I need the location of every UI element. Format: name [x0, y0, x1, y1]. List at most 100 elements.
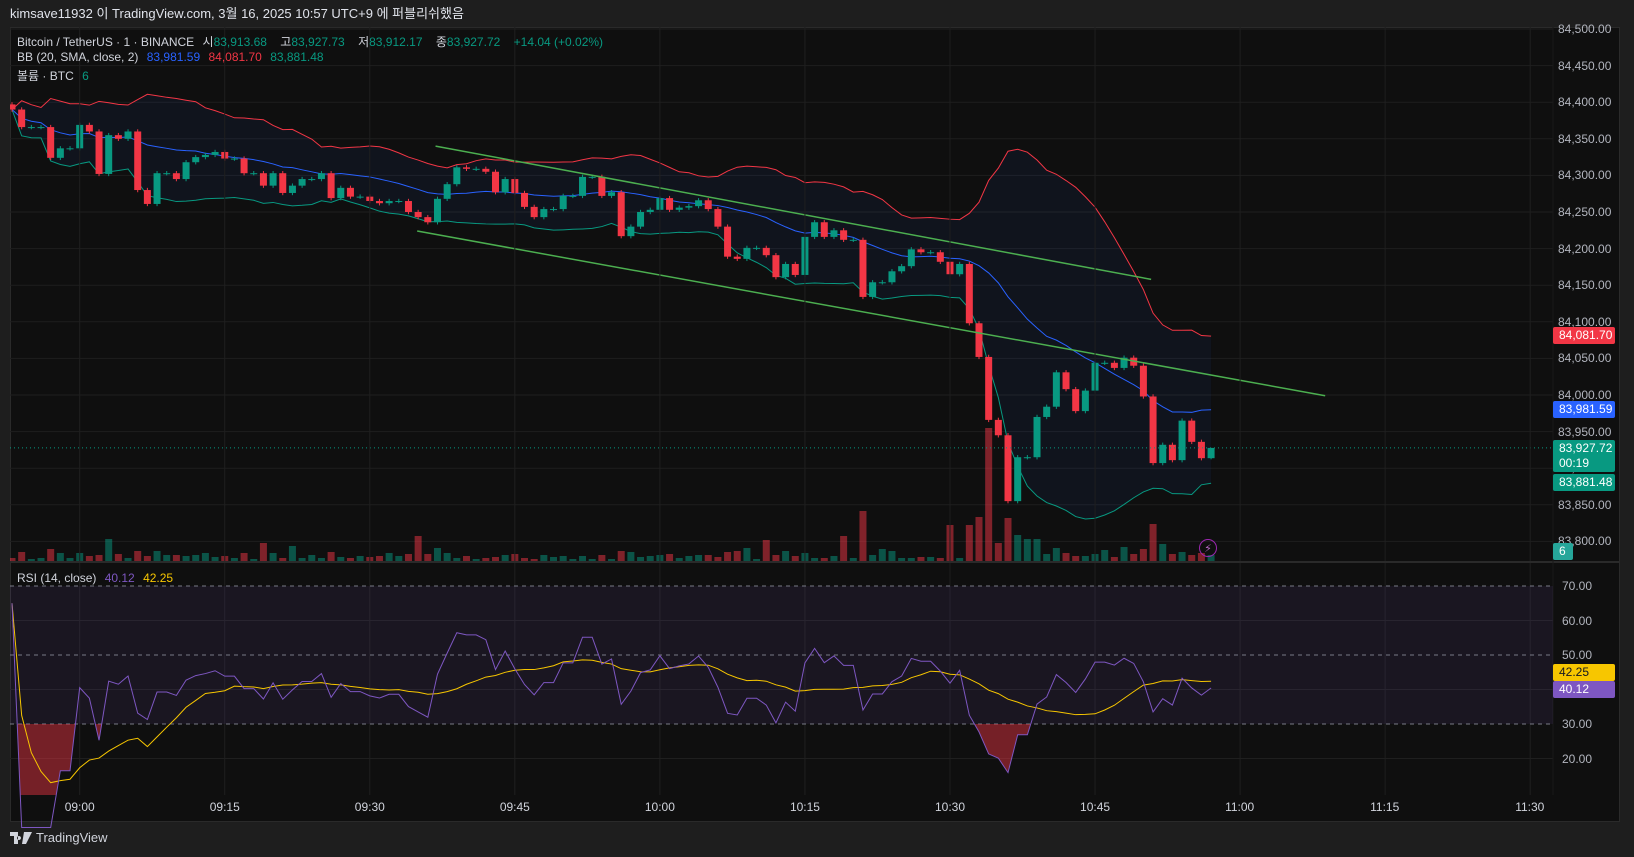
volume-bar: [627, 552, 635, 561]
candle: [1081, 390, 1089, 412]
volume-bar: [859, 511, 867, 561]
candle: [1004, 435, 1012, 502]
candle: [317, 173, 325, 180]
candle: [1188, 420, 1196, 442]
candle: [530, 206, 538, 218]
time-tick-label: 10:00: [644, 800, 675, 814]
time-tick-label: 09:00: [64, 800, 95, 814]
volume-bar: [385, 553, 393, 561]
volume-bar: [95, 555, 103, 561]
volume-bar: [898, 558, 906, 561]
candle: [733, 256, 741, 259]
candle: [666, 198, 674, 210]
candle-countdown: 00:19: [1559, 456, 1590, 470]
candle: [994, 419, 1002, 436]
last-price-badge: 83,927.72 00:19: [1553, 440, 1615, 472]
candle: [1139, 365, 1147, 397]
volume-bar: [66, 558, 74, 561]
volume-bar: [1014, 535, 1022, 561]
candle: [521, 192, 529, 207]
candle: [1033, 416, 1041, 458]
bb-fill: [12, 94, 1212, 520]
rsi-legend[interactable]: RSI (14, close) 40.12 42.25: [17, 571, 178, 585]
candle: [85, 124, 93, 132]
time-tick-label: 09:15: [209, 800, 240, 814]
candle: [192, 157, 200, 163]
candle: [1052, 372, 1060, 407]
candle: [791, 263, 799, 275]
candle: [617, 192, 625, 237]
bb-legend[interactable]: BB (20, SMA, close, 2) 83,981.59 84,081.…: [17, 50, 329, 64]
candle: [898, 266, 906, 272]
lightning-icon[interactable]: ⚡: [1199, 539, 1217, 557]
volume-bar: [337, 557, 345, 561]
volume-bar: [124, 558, 132, 561]
symbol-legend[interactable]: Bitcoin / TetherUS · 1 · BINANCE 시83,913…: [17, 33, 608, 50]
rsi-badge: 40.12: [1553, 681, 1615, 698]
volume-bar: [617, 551, 625, 561]
price-tick-label: 83,850.00: [1558, 497, 1612, 512]
rsi-label[interactable]: RSI (14, close): [17, 571, 96, 585]
volume-bar: [308, 555, 316, 561]
volume-bar: [37, 558, 45, 561]
volume-bar: [501, 555, 509, 561]
volume-bar: [443, 553, 451, 561]
volume-bar: [433, 548, 441, 561]
chart-plot[interactable]: [0, 0, 1634, 857]
bb-label[interactable]: BB (20, SMA, close, 2): [17, 50, 138, 64]
bb-basis-price-badge: 83,981.59: [1553, 401, 1615, 418]
candle: [1149, 396, 1157, 464]
last-price: 83,927.72: [1559, 441, 1613, 455]
candle: [453, 167, 461, 185]
volume-bar: [462, 556, 470, 561]
candle: [540, 209, 548, 218]
candle: [1168, 444, 1176, 461]
bb-lower-price-badge: 83,881.48: [1553, 474, 1615, 491]
candle: [250, 173, 258, 175]
candle: [762, 247, 770, 256]
candle: [385, 201, 393, 204]
candle: [1207, 447, 1215, 459]
price-tick-label: 84,150.00: [1558, 278, 1612, 293]
rsi-tick-label: 20.00: [1562, 751, 1593, 766]
volume-bar: [675, 558, 683, 561]
candle: [1178, 420, 1186, 461]
volume-bar: [598, 555, 606, 561]
candle: [1062, 372, 1070, 390]
volume-bar: [317, 558, 325, 561]
bb-upper-value: 84,081.70: [208, 50, 262, 64]
volume-bar: [733, 551, 741, 561]
candle: [820, 222, 828, 237]
volume-bar: [965, 525, 973, 561]
candle: [143, 190, 151, 204]
volume-bar: [105, 539, 113, 561]
volume-bar: [975, 517, 983, 561]
volume-bar: [936, 558, 944, 561]
candle: [724, 226, 732, 257]
volume-legend[interactable]: 볼륨 · BTC 6: [17, 67, 94, 84]
volume-bar: [172, 555, 180, 561]
volume-badge: 6: [1553, 543, 1573, 560]
volume-bar: [849, 558, 857, 561]
candle: [859, 239, 867, 297]
volume-bar: [201, 553, 209, 561]
volume-bar: [114, 554, 122, 561]
volume-value: 6: [82, 69, 89, 83]
volume-bar: [753, 559, 761, 561]
low-label: 저: [358, 35, 370, 49]
volume-bar: [724, 552, 732, 561]
volume-label[interactable]: 볼륨 · BTC: [17, 69, 74, 83]
price-tick-label: 84,450.00: [1558, 58, 1612, 73]
time-tick-label: 11:30: [1515, 800, 1545, 814]
price-tick-label: 84,250.00: [1558, 205, 1612, 219]
volume-bar: [888, 551, 896, 561]
candle: [472, 168, 480, 170]
candle: [375, 201, 383, 204]
symbol-name[interactable]: Bitcoin / TetherUS · 1 · BINANCE: [17, 35, 194, 49]
tradingview-logo[interactable]: TradingView: [10, 830, 108, 845]
volume-bar: [492, 557, 499, 561]
volume-bar: [579, 556, 587, 561]
candle: [163, 173, 171, 175]
volume-bar: [1081, 556, 1089, 561]
close-label: 종: [435, 35, 447, 49]
